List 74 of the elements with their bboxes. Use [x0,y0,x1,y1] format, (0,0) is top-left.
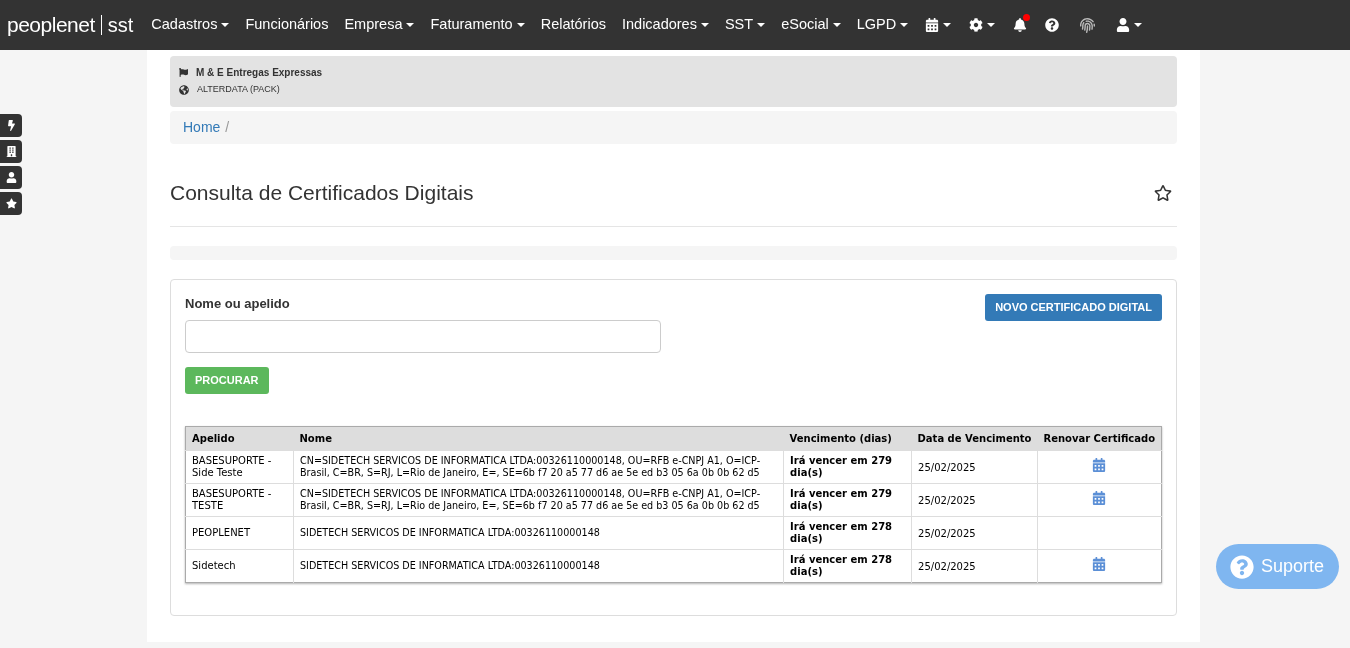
table-cell: Irá vencer em 279 dia(s) [783,483,912,517]
calendar-icon [1092,557,1107,571]
caret-icon [987,23,996,27]
table-cell: Irá vencer em 278 dia(s) [783,549,912,583]
renew-calendar-button[interactable] [1092,458,1107,472]
settings-icon [969,18,984,32]
brand-product[interactable]: sst [107,10,134,40]
search-field[interactable] [185,320,661,353]
renew-calendar-button[interactable] [1092,491,1107,505]
nav-menu-item[interactable]: Funcionários [237,0,337,50]
nav-menu-item[interactable]: Relatórios [532,0,614,50]
caret-icon [700,23,709,27]
help-icon [1045,18,1060,32]
table-cell: 25/02/2025 [911,516,1038,550]
globe-icon [179,84,189,95]
table-cell: BASESUPORTE - Side Teste [185,450,294,484]
column-header: Renovar Certificado [1037,426,1162,451]
breadcrumb-link[interactable]: Home [183,117,221,138]
user-icon [1116,18,1131,32]
caret-icon [900,23,909,27]
caret-icon [406,23,415,27]
table-cell: 25/02/2025 [911,450,1038,484]
caret-icon [516,23,525,27]
search-label: Nome ou apelido [185,294,291,313]
caret-icon [832,23,841,27]
table-cell: BASESUPORTE - TESTE [185,483,294,517]
table-cell: Irá vencer em 279 dia(s) [783,450,912,484]
nav-menu-item[interactable]: eSocial [773,0,849,50]
caret-icon [757,23,766,27]
nav-menu-item[interactable]: LGPD [848,0,917,50]
table-cell: CN=SIDETECH SERVICOS DE INFORMATICA LTDA:00326110000148, OU=RFB e-CNPJ A1, O=ICP-Brasil, C=BR, S=RJ, L=Rio de Janeiro, E=, SE=6b f7 20 a5 77 d6 ae 5e ed b3 05 6a 0b 0b 62 d5 [293,450,784,484]
flag-icon [179,68,188,77]
company-group: ALTERDATA (PACK) [197,83,280,97]
bolt-button[interactable] [0,114,22,137]
notifications-icon [1013,18,1028,32]
caret-icon [221,23,230,27]
renew-calendar-button[interactable] [1092,557,1107,571]
user-button[interactable] [0,166,22,189]
new-certificate-button[interactable]: NOVO CERTIFICADO DIGITAL [985,293,1162,321]
nav-menu-item[interactable]: SST [716,0,774,50]
page-title: Consulta de Certificados Digitais [170,180,474,206]
calendar-icon [925,18,940,32]
building-button[interactable] [0,140,22,163]
brand-logo[interactable]: peoplenet [7,9,95,41]
company-name: M & E Entregas Expressas [196,66,323,80]
table-cell: CN=SIDETECH SERVICOS DE INFORMATICA LTDA:00326110000148, OU=RFB e-CNPJ A1, O=ICP-Brasil, C=BR, S=RJ, L=Rio de Janeiro, E=, SE=6b f7 20 a5 77 d6 ae 5e ed b3 05 6a 0b 0b 62 d5 [293,483,784,517]
fingerprint-icon [1080,17,1096,33]
table-cell: 25/02/2025 [911,483,1038,517]
star-button[interactable] [0,192,22,215]
column-header: Vencimento (dias) [783,426,912,451]
star-icon [5,198,17,209]
nav-menu-item[interactable]: Cadastros [143,0,238,50]
column-header: Apelido [185,426,294,451]
bolt-icon [5,120,17,131]
favorite-star-icon[interactable] [1154,183,1172,202]
table-cell: Sidetech [185,549,294,583]
user-icon [5,172,17,183]
calendar-icon [1092,491,1107,505]
table-cell: PEOPLENET [185,516,294,550]
table-cell: SIDETECH SERVICOS DE INFORMATICA LTDA:00326110000148 [293,516,784,550]
nav-menu-item[interactable]: Empresa [336,0,423,50]
caret-icon [1134,23,1143,27]
nav-menu-item[interactable]: Faturamento [422,0,533,50]
help-icon [1230,554,1254,579]
table-cell: SIDETECH SERVICOS DE INFORMATICA LTDA:00326110000148 [293,549,784,583]
table-cell: Irá vencer em 278 dia(s) [783,516,912,550]
building-icon [5,146,17,157]
column-header: Data de Vencimento [911,426,1038,451]
breadcrumb-separator: / [224,118,231,137]
calendar-icon [1092,458,1107,472]
table-cell: 25/02/2025 [911,549,1038,583]
nav-menu-item[interactable]: Indicadores [613,0,717,50]
caret-icon [943,23,952,27]
column-header: Nome [293,426,784,451]
